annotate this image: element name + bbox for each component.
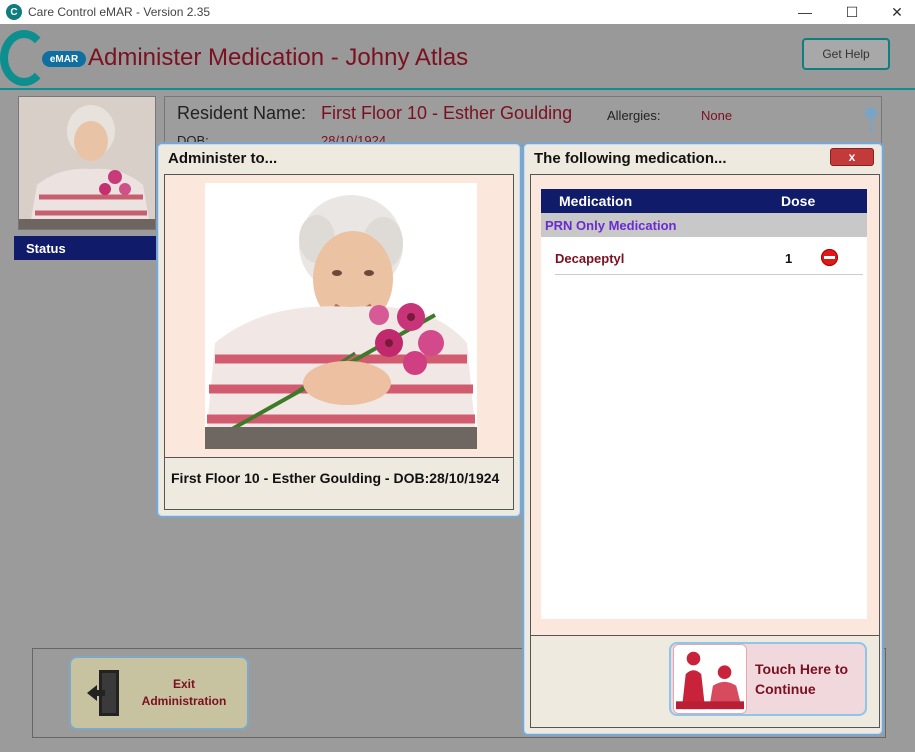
nurse-patient-icon — [673, 644, 747, 714]
exit-administration-label: Exit Administration — [141, 677, 227, 708]
administer-to-title: Administer to... — [168, 150, 278, 167]
medication-table: Medication Dose PRN Only Medication Deca… — [541, 189, 867, 619]
pin-icon[interactable] — [864, 106, 878, 136]
exit-door-icon — [87, 670, 119, 716]
resident-photo-large-image — [205, 183, 477, 449]
remove-icon[interactable] — [821, 249, 838, 266]
resident-photo — [205, 183, 477, 449]
status-tab[interactable]: Status — [14, 236, 158, 260]
continue-button[interactable]: Touch Here to Continue — [669, 642, 867, 716]
allergies-label: Allergies: — [607, 108, 661, 123]
care-control-logo-icon: C — [6, 4, 22, 20]
medication-dose: 1 — [785, 251, 793, 266]
window-title-bar: C Care Control eMAR - Version 2.35 — ☐ ✕ — [0, 0, 915, 24]
window-title: Care Control eMAR - Version 2.35 — [28, 5, 211, 19]
minimize-button[interactable]: — — [782, 0, 828, 24]
exit-administration-button[interactable]: Exit Administration — [69, 656, 249, 730]
allergies-value: None — [701, 108, 733, 123]
resident-info-panel: Resident Name: First Floor 10 - Esther G… — [164, 96, 882, 148]
medication-group-header: PRN Only Medication — [541, 213, 867, 237]
medication-dialog-title: The following medication... — [534, 150, 727, 167]
dialog-close-button[interactable]: x — [830, 148, 874, 166]
get-help-button[interactable]: Get Help — [802, 38, 890, 70]
resident-name-label: Resident Name: — [177, 103, 307, 123]
continue-label: Touch Here to Continue — [755, 661, 849, 697]
resident-caption: First Floor 10 - Esther Goulding - DOB:2… — [171, 470, 500, 486]
medication-table-header: Medication Dose — [541, 189, 867, 213]
window-close-button[interactable]: ✕ — [874, 0, 915, 24]
administer-to-dialog: Administer to... First Floor 10 - Esther… — [156, 142, 522, 518]
resident-caption-panel: First Floor 10 - Esther Goulding - DOB:2… — [164, 458, 514, 510]
resident-photo-thumbnail — [18, 96, 156, 230]
medication-dialog-footer: Touch Here to Continue — [530, 636, 880, 728]
table-row[interactable]: Decapeptyl 1 — [555, 241, 863, 275]
medication-panel: Medication Dose PRN Only Medication Deca… — [530, 174, 880, 636]
emar-badge: eMAR — [42, 51, 86, 67]
maximize-button[interactable]: ☐ — [829, 0, 875, 24]
resident-name-value: First Floor 10 - Esther Goulding — [321, 103, 573, 123]
medication-dialog: The following medication... x Medication… — [522, 142, 884, 736]
medication-name: Decapeptyl — [555, 251, 625, 266]
app-header: eMAR Administer Medication - Johny Atlas… — [0, 24, 915, 90]
page-title: Administer Medication - Johny Atlas — [88, 44, 469, 71]
column-header-dose: Dose — [781, 193, 816, 209]
care-control-logo — [0, 30, 48, 86]
resident-photo-image — [19, 97, 155, 229]
resident-photo-panel — [164, 174, 514, 458]
column-header-medication: Medication — [559, 193, 633, 209]
